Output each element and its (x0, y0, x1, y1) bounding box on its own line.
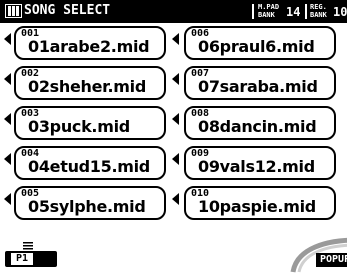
song-item[interactable]: 002 02sheher.mid (14, 66, 166, 100)
song-item[interactable]: 008 08dancin.mid (184, 106, 336, 140)
mpad-bank-label-line2: BANK (258, 11, 275, 19)
divider (305, 4, 307, 19)
page-lines-icon (23, 242, 33, 250)
song-item[interactable]: 010 10paspie.mid (184, 186, 336, 220)
reg-bank-label-line2: BANK (310, 11, 327, 19)
song-item[interactable]: 004 04etud15.mid (14, 146, 166, 180)
song-name: 04etud15.mid (28, 157, 150, 176)
popup-button[interactable]: POPUP (287, 234, 347, 274)
mpad-bank-value: 14 (286, 5, 301, 19)
song-name: 08dancin.mid (198, 117, 317, 136)
left-arrow-icon[interactable] (4, 73, 11, 85)
left-arrow-icon[interactable] (4, 33, 11, 45)
divider (252, 4, 254, 19)
reg-bank-label-line1: REG. (310, 3, 327, 11)
page-tab-p1[interactable]: P1 (5, 242, 57, 267)
song-name: 02sheher.mid (28, 77, 146, 96)
song-name: 07saraba.mid (198, 77, 318, 96)
song-name: 03puck.mid (28, 117, 130, 136)
left-arrow-icon[interactable] (4, 153, 11, 165)
song-item[interactable]: 009 09vals12.mid (184, 146, 336, 180)
left-arrow-icon[interactable] (172, 33, 179, 45)
song-name: 05sylphe.mid (28, 197, 146, 216)
song-item[interactable]: 001 01arabe2.mid (14, 26, 166, 60)
reg-bank-value: 10 (333, 5, 347, 19)
song-item[interactable]: 003 03puck.mid (14, 106, 166, 140)
disk-icon (5, 4, 22, 18)
left-arrow-icon[interactable] (4, 193, 11, 205)
left-arrow-icon[interactable] (4, 113, 11, 125)
page-tab-label: P1 (11, 253, 33, 265)
left-arrow-icon[interactable] (172, 113, 179, 125)
song-name: 10paspie.mid (198, 197, 316, 216)
song-item[interactable]: 007 07saraba.mid (184, 66, 336, 100)
song-name: 09vals12.mid (198, 157, 315, 176)
song-name: 06praul6.mid (198, 37, 315, 56)
page-title: SONG SELECT (24, 3, 111, 18)
song-item[interactable]: 006 06praul6.mid (184, 26, 336, 60)
left-arrow-icon[interactable] (172, 153, 179, 165)
mpad-bank-label-line1: M.PAD (258, 3, 280, 11)
left-arrow-icon[interactable] (172, 73, 179, 85)
song-item[interactable]: 005 05sylphe.mid (14, 186, 166, 220)
left-arrow-icon[interactable] (172, 193, 179, 205)
header-bar: SONG SELECT M.PAD BANK 14 REG. BANK 10 (0, 0, 347, 23)
popup-label: POPUP (316, 253, 347, 267)
song-name: 01arabe2.mid (28, 37, 150, 56)
